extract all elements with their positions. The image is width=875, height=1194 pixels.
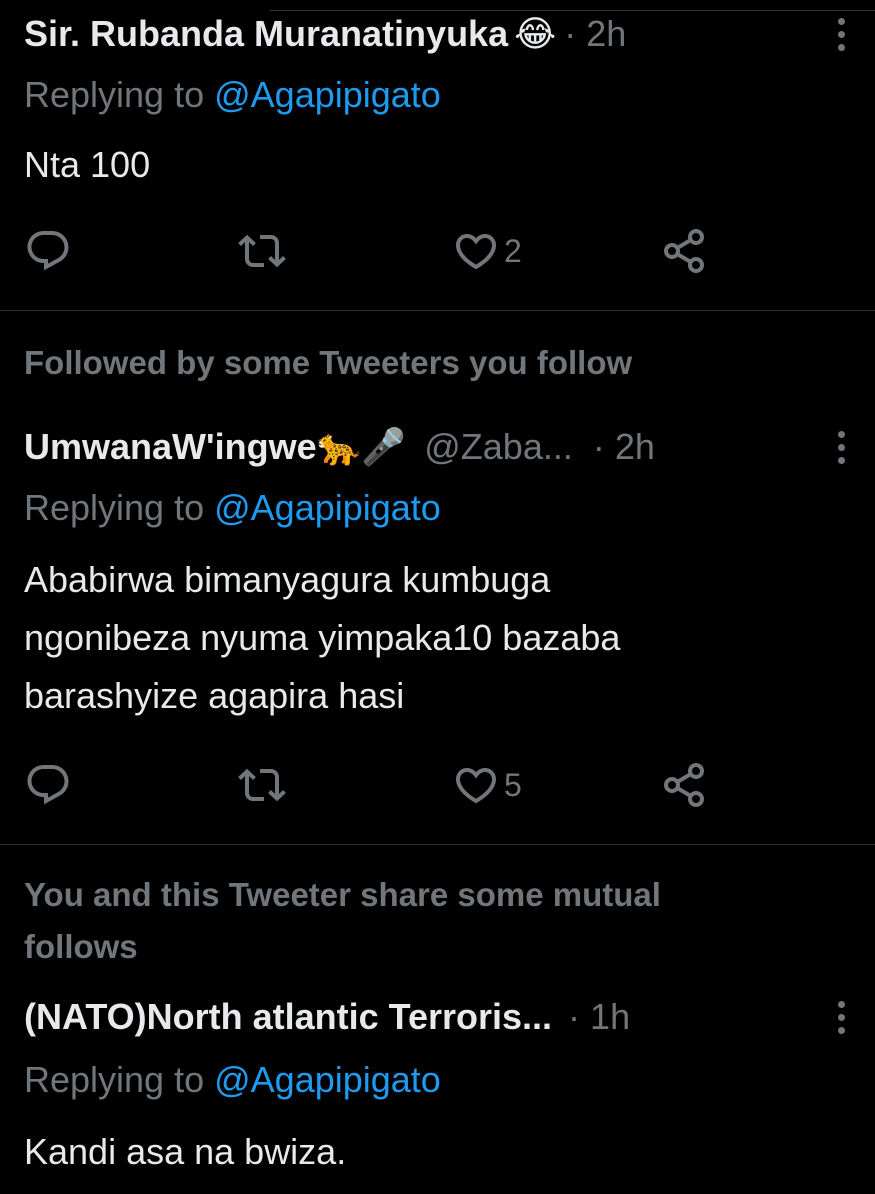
more-icon[interactable] <box>831 12 851 56</box>
like-count: 5 <box>504 766 522 803</box>
name-emoji: 🐆🎤 <box>316 426 407 467</box>
tweet-header: UmwanaW'ingwe 🐆🎤 @Zaba... · 2h <box>24 425 851 469</box>
retweet-icon <box>238 768 286 802</box>
replying-to: Replying to @Agapipigato <box>24 487 441 529</box>
social-context: You and this Tweeter share some mutual f… <box>24 869 815 973</box>
tweet-1[interactable]: Sir. Rubanda Muranatinyuka 😂 · 2h Replyi… <box>0 0 875 310</box>
tweet-3[interactable]: You and this Tweeter share some mutual f… <box>0 845 875 1194</box>
share-icon <box>664 763 704 807</box>
tweet-header: Sir. Rubanda Muranatinyuka 😂 · 2h <box>24 12 851 56</box>
like-button[interactable]: 5 <box>452 760 522 810</box>
author-name[interactable]: (NATO)North atlantic Terroris... <box>24 996 552 1038</box>
tweet-actions: 5 <box>24 760 724 810</box>
more-icon[interactable] <box>831 995 851 1039</box>
replying-to: Replying to @Agapipigato <box>24 1059 441 1101</box>
tweet-2[interactable]: Followed by some Tweeters you follow Umw… <box>0 311 875 844</box>
replying-prefix: Replying to <box>24 74 205 115</box>
reply-icon <box>27 765 69 805</box>
replying-to: Replying to @Agapipigato <box>24 74 441 116</box>
retweet-button[interactable] <box>238 226 286 276</box>
replying-prefix: Replying to <box>24 1059 205 1100</box>
tweet-time[interactable]: 2h <box>586 13 626 55</box>
author-name[interactable]: Sir. Rubanda Muranatinyuka <box>24 13 508 55</box>
tweet-actions: 2 <box>24 226 724 276</box>
tweet-text-line: barashyize agapira hasi <box>24 675 405 716</box>
tweet-text-line: Ababirwa bimanyagura kumbuga <box>24 559 551 600</box>
retweet-button[interactable] <box>238 760 286 810</box>
heart-icon <box>455 234 497 270</box>
tweet-header: (NATO)North atlantic Terroris... · 1h <box>24 995 851 1039</box>
time-separator: · <box>592 426 605 467</box>
tweet-text-line: ngonibeza nyuma yimpaka10 bazaba <box>24 617 621 658</box>
share-icon <box>664 229 704 273</box>
social-context-line: You and this Tweeter share some mutual <box>24 876 661 913</box>
share-button[interactable] <box>660 760 708 810</box>
time-separator: · <box>568 996 581 1037</box>
like-button[interactable]: 2 <box>452 226 522 276</box>
retweet-icon <box>238 234 286 268</box>
reply-icon <box>27 231 69 271</box>
reply-button[interactable] <box>24 760 72 810</box>
reply-button[interactable] <box>24 226 72 276</box>
time-separator: · <box>564 13 577 54</box>
replying-prefix: Replying to <box>24 487 205 528</box>
social-context: Followed by some Tweeters you follow <box>24 344 633 381</box>
reply-mention-link[interactable]: @Agapipigato <box>214 74 441 115</box>
tweet-time[interactable]: 1h <box>590 996 630 1038</box>
share-button[interactable] <box>660 226 708 276</box>
tweet-text: Kandi asa na bwiza. <box>24 1131 347 1172</box>
like-count: 2 <box>504 232 522 269</box>
author-handle[interactable]: @Zaba... <box>424 426 573 468</box>
author-name[interactable]: UmwanaW'ingwe <box>24 426 317 468</box>
reply-mention-link[interactable]: @Agapipigato <box>214 487 441 528</box>
heart-icon <box>455 768 497 804</box>
social-context-line: follows <box>24 928 138 965</box>
name-emoji: 😂 <box>514 13 557 54</box>
reply-mention-link[interactable]: @Agapipigato <box>214 1059 441 1100</box>
tweet-text: Nta 100 <box>24 144 151 185</box>
tweet-time[interactable]: 2h <box>615 426 655 468</box>
tweet-text: Ababirwa bimanyagura kumbuga ngonibeza n… <box>24 551 851 725</box>
more-icon[interactable] <box>831 425 851 469</box>
